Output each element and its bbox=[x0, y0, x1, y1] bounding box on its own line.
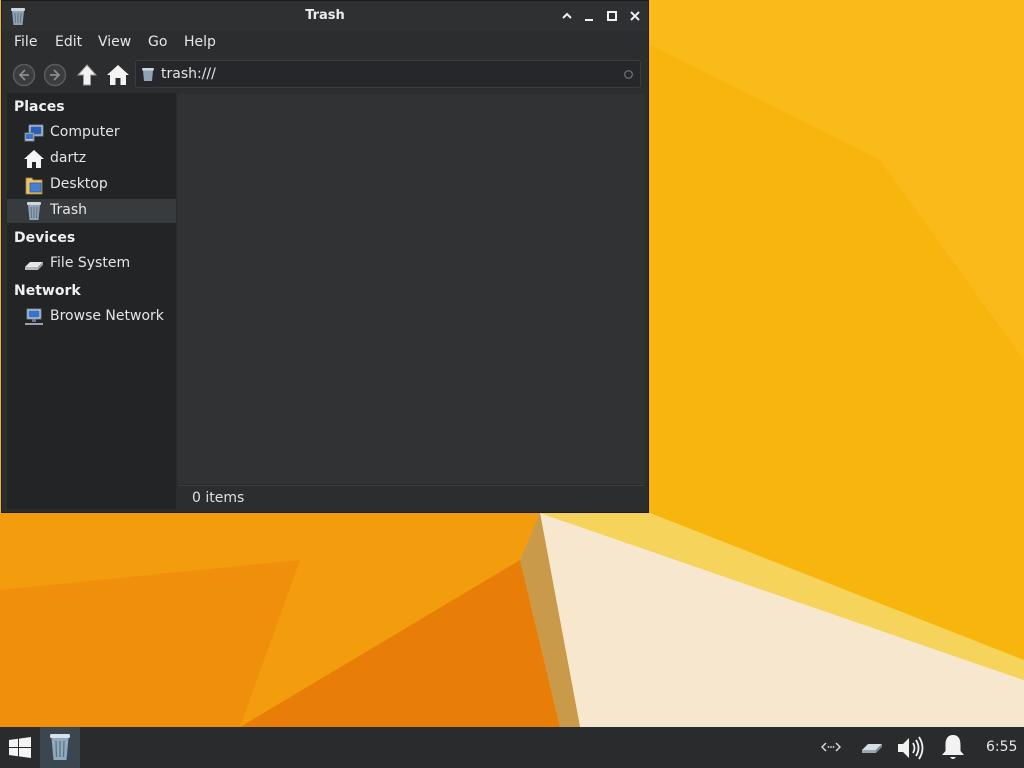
taskbar: 6:55 bbox=[0, 727, 1024, 768]
trash-icon bbox=[27, 202, 41, 220]
devices-heading: Devices bbox=[14, 230, 76, 246]
item-count: 0 items bbox=[192, 490, 245, 506]
trash-icon bbox=[142, 68, 154, 81]
status-bar: 0 items bbox=[178, 485, 645, 509]
network-connection-icon[interactable] bbox=[860, 738, 884, 756]
menu-view[interactable]: View bbox=[98, 34, 131, 50]
sidebar-item-label: Browse Network bbox=[50, 308, 164, 324]
location-text: trash:/// bbox=[161, 66, 216, 82]
shade-button[interactable] bbox=[560, 9, 574, 23]
up-arrow-icon[interactable] bbox=[75, 63, 99, 87]
home-icon[interactable] bbox=[106, 63, 130, 87]
sidebar: Places Computer dartz Desktop Trash Devi… bbox=[7, 93, 176, 509]
home-folder-icon bbox=[24, 150, 44, 168]
reload-icon[interactable] bbox=[623, 69, 634, 80]
notification-bell-icon[interactable] bbox=[940, 733, 966, 761]
menu-help[interactable]: Help bbox=[184, 34, 216, 50]
network-heading: Network bbox=[14, 283, 81, 299]
sidebar-item-label: dartz bbox=[50, 150, 87, 166]
sidebar-item-trash[interactable]: Trash bbox=[7, 199, 176, 223]
toolbar: trash:/// bbox=[2, 57, 648, 91]
network-icon bbox=[25, 308, 43, 325]
network-status-icon[interactable] bbox=[821, 741, 841, 753]
file-view-area[interactable] bbox=[178, 94, 645, 484]
menu-bar: File Edit View Go Help bbox=[2, 31, 648, 53]
maximize-button[interactable] bbox=[605, 9, 619, 23]
sidebar-item-file-system[interactable]: File System bbox=[7, 252, 176, 276]
menu-go[interactable]: Go bbox=[148, 34, 167, 50]
places-heading: Places bbox=[14, 99, 65, 115]
desktop-folder-icon bbox=[25, 177, 43, 195]
trash-icon bbox=[50, 734, 70, 760]
title-bar[interactable]: Trash bbox=[2, 1, 648, 31]
clock[interactable]: 6:55 bbox=[986, 739, 1017, 755]
volume-icon[interactable] bbox=[896, 735, 926, 761]
sidebar-item-browse-network[interactable]: Browse Network bbox=[7, 305, 176, 329]
menu-file[interactable]: File bbox=[14, 34, 37, 50]
sidebar-item-computer[interactable]: Computer bbox=[7, 121, 176, 145]
sidebar-item-label: Desktop bbox=[50, 176, 108, 192]
close-button[interactable] bbox=[628, 9, 642, 23]
file-manager-window: Trash File Edit View Go Help trash:/// P… bbox=[1, 0, 649, 513]
menu-edit[interactable]: Edit bbox=[55, 34, 82, 50]
sidebar-item-dartz[interactable]: dartz bbox=[7, 147, 176, 171]
drive-icon bbox=[25, 262, 43, 270]
sidebar-item-desktop[interactable]: Desktop bbox=[7, 173, 176, 197]
start-menu-icon[interactable] bbox=[9, 737, 31, 758]
location-bar[interactable]: trash:/// bbox=[135, 60, 641, 88]
window-title: Trash bbox=[305, 8, 345, 23]
back-button[interactable] bbox=[12, 63, 36, 87]
sidebar-item-label: Computer bbox=[50, 124, 120, 140]
sidebar-item-label: Trash bbox=[50, 202, 87, 218]
minimize-button[interactable] bbox=[582, 9, 596, 23]
forward-button[interactable] bbox=[43, 63, 67, 87]
computer-icon bbox=[24, 124, 44, 142]
sidebar-item-label: File System bbox=[50, 255, 131, 271]
taskbar-item-trash[interactable] bbox=[40, 727, 80, 768]
